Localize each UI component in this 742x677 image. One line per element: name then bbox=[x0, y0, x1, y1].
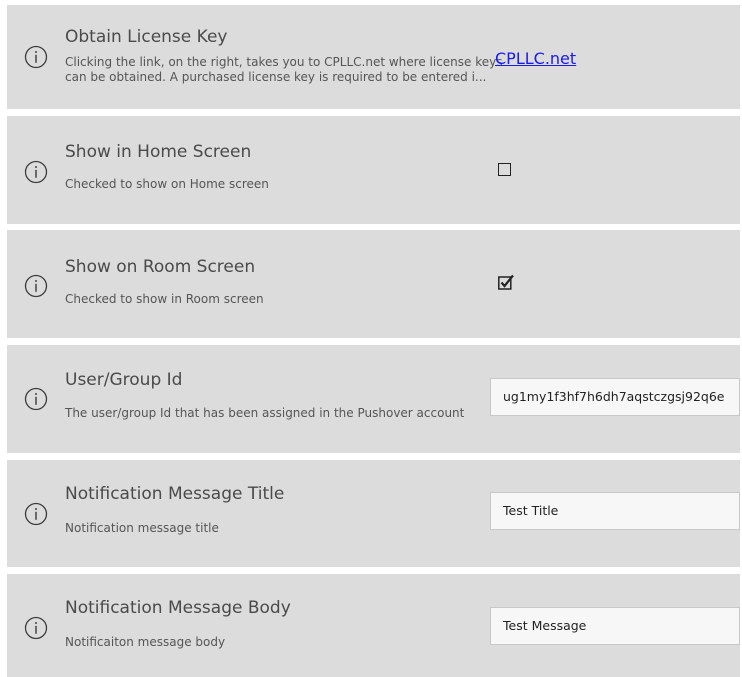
user-group-id-input[interactable]: ug1my1f3hf7h6dh7aqstczgsj92q6e bbox=[490, 378, 740, 416]
setting-row-license-key: Obtain License Key Clicking the link, on… bbox=[7, 5, 740, 109]
setting-description: Notification message title bbox=[65, 521, 219, 535]
setting-row-home-screen: Show in Home Screen Checked to show on H… bbox=[7, 116, 740, 224]
setting-description: Notificaiton message body bbox=[65, 635, 226, 649]
setting-description: Checked to show on Home screen bbox=[65, 177, 269, 191]
setting-title: Show on Room Screen bbox=[65, 257, 256, 277]
setting-title: Obtain License Key bbox=[65, 27, 228, 47]
setting-row-message-title: Notification Message Title Notification … bbox=[7, 460, 740, 567]
info-icon[interactable] bbox=[24, 502, 48, 526]
setting-title: User/Group Id bbox=[65, 370, 183, 390]
info-icon[interactable] bbox=[24, 616, 48, 640]
message-body-input[interactable]: Test Message bbox=[490, 607, 740, 645]
message-title-input[interactable]: Test Title bbox=[490, 492, 740, 530]
info-icon[interactable] bbox=[24, 387, 48, 411]
license-link[interactable]: CPLLC.net bbox=[495, 49, 576, 68]
setting-row-message-body: Notification Message Body Notificaiton m… bbox=[7, 574, 740, 677]
info-icon[interactable] bbox=[24, 160, 48, 184]
setting-description-continued: can be obtained. A purchased license key… bbox=[65, 70, 487, 84]
room-screen-checkbox-checked[interactable] bbox=[498, 274, 514, 290]
setting-row-user-group-id: User/Group Id The user/group Id that has… bbox=[7, 345, 740, 453]
info-icon[interactable] bbox=[24, 274, 48, 298]
setting-description: The user/group Id that has been assigned… bbox=[65, 406, 465, 420]
info-icon[interactable] bbox=[24, 45, 48, 69]
setting-title: Notification Message Body bbox=[65, 598, 291, 618]
setting-description: Checked to show in Room screen bbox=[65, 292, 264, 306]
setting-title: Notification Message Title bbox=[65, 484, 285, 504]
home-screen-checkbox[interactable] bbox=[498, 163, 511, 176]
setting-title: Show in Home Screen bbox=[65, 142, 252, 162]
setting-description: Clicking the link, on the right, takes y… bbox=[65, 55, 503, 69]
setting-row-room-screen: Show on Room Screen Checked to show in R… bbox=[7, 230, 740, 338]
